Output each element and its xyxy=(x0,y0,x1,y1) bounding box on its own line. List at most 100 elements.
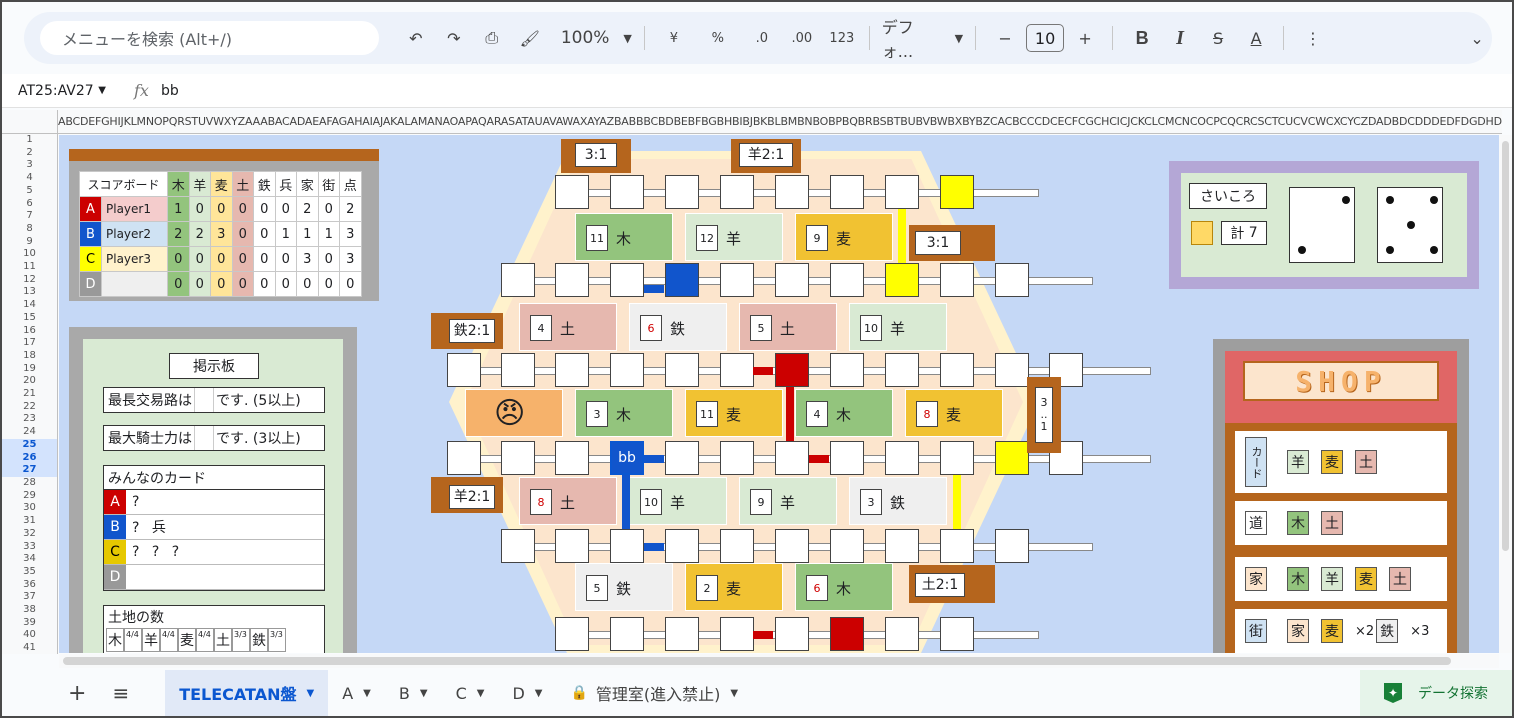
row-number[interactable]: 3 xyxy=(2,159,57,172)
hex-tile[interactable]: 2麦 xyxy=(685,563,783,611)
chevron-down-icon[interactable]: ▼ xyxy=(477,688,485,699)
hex-tile[interactable]: 4土 xyxy=(519,303,617,351)
score-cell[interactable]: 1 xyxy=(296,221,319,247)
die-1[interactable] xyxy=(1289,187,1355,263)
row-number[interactable]: 14 xyxy=(2,299,57,312)
vertex[interactable] xyxy=(555,263,589,297)
vertex[interactable] xyxy=(830,529,864,563)
vertex[interactable] xyxy=(940,263,974,297)
sheet-tab[interactable]: 🔒 管理室(進入禁止) ▼ xyxy=(556,670,752,716)
sheet-tab[interactable]: TELECATAN盤 ▼ xyxy=(165,670,329,716)
player-name[interactable]: Player1 xyxy=(101,196,168,222)
currency-button[interactable]: ¥ xyxy=(659,22,689,54)
text-color-button[interactable]: A xyxy=(1241,22,1271,54)
score-cell[interactable]: 1 xyxy=(167,196,190,222)
row-number[interactable]: 13 xyxy=(2,286,57,299)
row-number[interactable]: 17 xyxy=(2,337,57,350)
vertex[interactable] xyxy=(885,353,919,387)
settlement-yellow[interactable] xyxy=(940,175,974,209)
undo-icon[interactable]: ↶ xyxy=(401,22,431,54)
settlement-red[interactable] xyxy=(830,617,864,651)
select-all-corner[interactable] xyxy=(2,110,58,134)
vertex[interactable] xyxy=(555,353,589,387)
vertical-scrollbar[interactable] xyxy=(1499,135,1512,653)
score-cell[interactable]: 0 xyxy=(317,271,340,297)
largest-army-cell[interactable] xyxy=(194,426,214,450)
vertex[interactable] xyxy=(775,263,809,297)
bold-button[interactable]: B xyxy=(1127,22,1157,54)
vertex[interactable] xyxy=(885,441,919,475)
row-number[interactable]: 36 xyxy=(2,579,57,592)
hex-tile[interactable]: 3木 xyxy=(575,389,673,437)
vertex[interactable] xyxy=(447,353,481,387)
selected-cell[interactable]: bb xyxy=(610,441,644,475)
vertex[interactable] xyxy=(720,175,754,209)
die-2[interactable] xyxy=(1377,187,1443,263)
score-cell[interactable]: 3 xyxy=(296,246,319,272)
row-number[interactable]: 20 xyxy=(2,375,57,388)
shop-row[interactable]: 道木土 xyxy=(1235,501,1447,545)
vertex[interactable] xyxy=(830,263,864,297)
hex-tile[interactable]: 10 羊 xyxy=(849,303,947,351)
hex-tile[interactable]: 11 木 xyxy=(575,213,673,261)
chevron-down-icon[interactable]: ▼ xyxy=(730,688,738,699)
row-number[interactable]: 26 xyxy=(2,451,57,465)
row-number[interactable]: 6 xyxy=(2,198,57,211)
font-size-input[interactable]: 10 xyxy=(1026,24,1065,52)
vertex[interactable] xyxy=(885,617,919,651)
row-number[interactable]: 32 xyxy=(2,528,57,541)
row-number[interactable]: 30 xyxy=(2,502,57,515)
road-red[interactable] xyxy=(753,367,773,375)
row-number[interactable]: 31 xyxy=(2,515,57,528)
strikethrough-button[interactable]: S xyxy=(1203,22,1233,54)
vertex[interactable] xyxy=(775,529,809,563)
hex-tile[interactable]: 6木 xyxy=(795,563,893,611)
score-cell[interactable]: 0 xyxy=(210,271,233,297)
horizontal-scrollbar[interactable] xyxy=(59,654,1499,668)
all-sheets-icon[interactable]: ≡ xyxy=(102,670,145,716)
row-number[interactable]: 23 xyxy=(2,413,57,426)
score-cell[interactable]: 0 xyxy=(274,196,297,222)
score-cell[interactable]: 0 xyxy=(167,271,190,297)
shop-row[interactable]: 街家麦 ×2 鉄 ×3 xyxy=(1235,609,1447,653)
road-yellow[interactable] xyxy=(953,475,961,529)
column-header[interactable]: ABCDEFGHIJKLMNOPQRSTUVWXYZAAABACADAEAFAG… xyxy=(58,110,1502,134)
vertex[interactable] xyxy=(501,353,535,387)
hex-tile[interactable]: 8土 xyxy=(519,477,617,525)
vertex[interactable] xyxy=(610,617,644,651)
sheet-tab[interactable]: C ▼ xyxy=(442,670,499,716)
vertex[interactable] xyxy=(995,263,1029,297)
hex-tile[interactable]: 4木 xyxy=(795,389,893,437)
vertex[interactable] xyxy=(665,175,699,209)
menu-search[interactable]: メニューを検索 (Alt+/) xyxy=(40,21,379,55)
vertex[interactable] xyxy=(995,529,1029,563)
paint-format-icon[interactable]: 🖌 xyxy=(515,22,545,54)
row-number[interactable]: 33 xyxy=(2,541,57,554)
score-cell[interactable]: 0 xyxy=(317,246,340,272)
add-sheet-icon[interactable]: + xyxy=(2,670,102,716)
score-cell[interactable]: 0 xyxy=(188,246,211,272)
sheet-tab[interactable]: D ▼ xyxy=(498,670,556,716)
settlement-yellow[interactable] xyxy=(995,441,1029,475)
score-cell[interactable]: 0 xyxy=(253,271,276,297)
score-cell[interactable]: 0 xyxy=(231,246,254,272)
vertex[interactable] xyxy=(940,441,974,475)
sheet-tab[interactable]: A ▼ xyxy=(328,670,385,716)
explore-button[interactable]: ✦ データ探索 xyxy=(1360,670,1512,716)
decrease-decimal-button[interactable]: .0 xyxy=(747,22,777,54)
more-icon[interactable]: ⋮ xyxy=(1298,22,1328,54)
player-name[interactable] xyxy=(101,271,168,297)
score-cell[interactable]: 0 xyxy=(317,196,340,222)
row-number[interactable]: 22 xyxy=(2,401,57,414)
score-cell[interactable]: 0 xyxy=(339,271,362,297)
vertex[interactable] xyxy=(720,529,754,563)
row-number[interactable]: 7 xyxy=(2,210,57,223)
row-number[interactable]: 29 xyxy=(2,490,57,503)
row-number[interactable]: 27 xyxy=(2,464,57,477)
row-number[interactable]: 10 xyxy=(2,248,57,261)
chevron-down-icon[interactable]: ▼ xyxy=(307,688,315,699)
longest-road-cell[interactable] xyxy=(194,388,214,412)
player-name[interactable]: Player3 xyxy=(101,246,168,272)
vertex[interactable] xyxy=(665,529,699,563)
road-blue[interactable] xyxy=(644,543,664,551)
